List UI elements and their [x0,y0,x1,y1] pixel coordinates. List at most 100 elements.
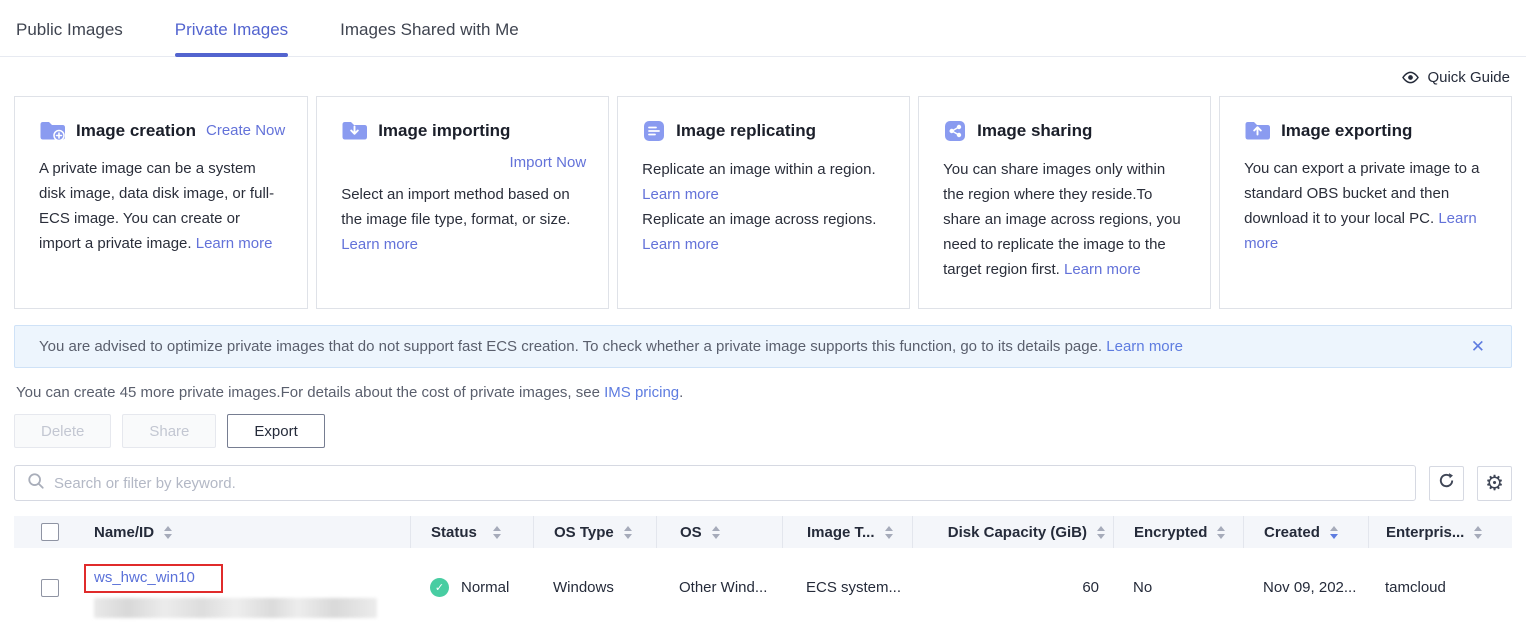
card-text: You can share images only within the reg… [943,161,1181,278]
image-id-redacted [94,598,377,618]
card-text: Replicate an image within a region. [642,157,887,182]
col-os-type: OS Type [533,516,656,548]
note-lines-icon [642,119,666,143]
learn-more-link[interactable]: Learn more [642,236,719,253]
status-label: Normal [461,579,509,596]
refresh-icon [1437,471,1456,495]
notice-banner: You are advised to optimize private imag… [14,325,1512,368]
card-body: Replicate an image within a region. Lear… [642,157,887,257]
created-cell: Nov 09, 202... [1243,548,1368,624]
quota-text: You can create 45 more private images.Fo… [16,384,1510,401]
search-box[interactable] [14,465,1416,501]
learn-more-link[interactable]: Learn more [196,235,273,252]
quota-prefix: You can create 45 more private images.Fo… [16,384,604,401]
os-cell: Other Wind... [656,548,782,624]
col-created: Created [1243,516,1368,548]
check-circle-icon: ✓ [430,578,449,597]
col-label: Enterpris... [1386,524,1464,541]
status-badge: ✓ Normal [430,578,509,597]
card-image-creation: Image creation Create Now A private imag… [14,96,308,309]
col-enterprise-project: Enterpris... [1368,516,1512,548]
card-title: Image sharing [977,121,1092,141]
col-label: Encrypted [1134,524,1207,541]
sort-icon[interactable] [712,526,720,539]
encrypted-cell: No [1113,548,1243,624]
enterprise-project-cell: tamcloud [1368,548,1512,624]
tab-images-shared-with-me[interactable]: Images Shared with Me [340,20,519,56]
select-all-checkbox[interactable] [41,523,59,541]
card-body: You can export a private image to a stan… [1244,156,1489,256]
sort-icon[interactable] [624,526,632,539]
create-now-link[interactable]: Create Now [206,122,285,139]
sort-icon[interactable] [1474,526,1482,539]
feature-cards: Image creation Create Now A private imag… [14,96,1512,309]
gear-icon: ⚙ [1485,473,1504,494]
search-icon [27,472,45,495]
image-type-cell: ECS system... [782,548,912,624]
learn-more-link[interactable]: Learn more [642,186,719,203]
banner-message: You are advised to optimize private imag… [39,338,1102,355]
folder-import-icon [341,119,368,142]
card-text: Select an import method based on the ima… [341,186,570,228]
sort-icon[interactable] [493,526,501,539]
col-name-id: Name/ID [68,516,410,548]
banner-text: You are advised to optimize private imag… [39,338,1467,355]
share-icon [943,119,967,143]
col-label: OS Type [554,524,614,541]
sort-icon[interactable] [885,526,893,539]
sort-icon[interactable] [1097,526,1105,539]
col-label: Disk Capacity (GiB) [948,524,1087,541]
folder-export-icon [1244,119,1271,142]
table-header: Name/ID Status OS Type OS Image T... Dis… [14,516,1512,548]
card-text: Replicate an image across regions. [642,207,887,232]
action-button-row: Delete Share Export [14,414,1512,448]
settings-button[interactable]: ⚙ [1477,466,1512,501]
card-body: You can share images only within the reg… [943,157,1188,282]
table-row: ws_hwc_win10 ✓ Normal Windows Other Wind… [14,548,1512,624]
card-image-replicating: Image replicating Replicate an image wit… [617,96,910,309]
col-disk-capacity: Disk Capacity (GiB) [912,516,1113,548]
search-input[interactable] [54,475,1403,492]
row-checkbox[interactable] [41,579,59,597]
ims-pricing-link[interactable]: IMS pricing [604,384,679,401]
tab-private-images[interactable]: Private Images [175,20,288,56]
col-label: Status [431,524,477,541]
tab-public-images[interactable]: Public Images [16,20,123,56]
image-name-link[interactable]: ws_hwc_win10 [94,569,195,586]
topbar: Quick Guide [0,57,1526,94]
image-tabs: Public Images Private Images Images Shar… [0,0,1526,57]
status-cell: ✓ Normal [410,548,533,624]
import-now-link[interactable]: Import Now [509,154,586,171]
card-title: Image importing [378,121,510,141]
col-label: Image T... [807,524,875,541]
col-encrypted: Encrypted [1113,516,1243,548]
folder-plus-icon [39,119,66,142]
quick-guide-link[interactable]: Quick Guide [1401,69,1510,86]
learn-more-link[interactable]: Learn more [1064,261,1141,278]
quick-guide-label: Quick Guide [1427,69,1510,86]
card-image-importing: Image importing Import Now Select an imp… [316,96,609,309]
delete-button[interactable]: Delete [14,414,111,448]
export-button[interactable]: Export [227,414,324,448]
card-title: Image replicating [676,121,816,141]
search-row: ⚙ [14,465,1512,501]
refresh-button[interactable] [1429,466,1464,501]
quota-suffix: . [679,384,683,401]
annotation-red-box: ws_hwc_win10 [84,564,223,593]
banner-learn-more-link[interactable]: Learn more [1106,338,1183,355]
close-icon[interactable]: ✕ [1467,334,1489,359]
card-title: Image exporting [1281,121,1412,141]
learn-more-link[interactable]: Learn more [341,236,418,253]
col-label: OS [680,524,702,541]
os-type-cell: Windows [533,548,656,624]
share-button[interactable]: Share [122,414,216,448]
col-label: Created [1264,524,1320,541]
sort-icon[interactable] [164,526,172,539]
name-id-cell: ws_hwc_win10 [68,548,410,624]
col-label: Name/ID [94,524,154,541]
sort-icon[interactable] [1330,526,1338,539]
card-body: A private image can be a system disk ima… [39,156,285,256]
col-os: OS [656,516,782,548]
col-status: Status [410,516,533,548]
sort-icon[interactable] [1217,526,1225,539]
